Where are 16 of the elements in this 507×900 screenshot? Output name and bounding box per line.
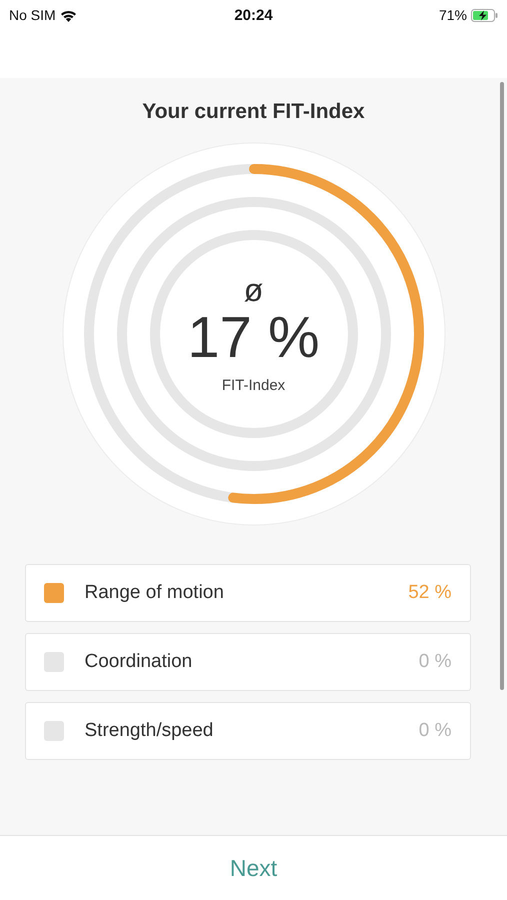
- battery-percent: 71%: [438, 7, 467, 23]
- wifi-icon: [60, 8, 77, 22]
- metric-name: Coordination: [84, 651, 194, 673]
- fit-index-value: 17 %: [187, 306, 320, 370]
- clock-time: 20:24: [234, 6, 273, 24]
- metric-reading: 0 %: [418, 720, 452, 742]
- carrier-label: No SIM: [9, 7, 56, 23]
- battery-charging-icon: [471, 8, 498, 22]
- metric-name: Strength/speed: [84, 720, 214, 742]
- metric-name: Range of motion: [84, 582, 225, 604]
- average-symbol: ø: [244, 274, 264, 306]
- fit-index-label: FIT-Index: [222, 377, 286, 394]
- metric-reading: 0 %: [418, 651, 452, 673]
- metric-reading: 52 %: [408, 582, 452, 604]
- page-title: Your current FIT-Index: [142, 100, 365, 124]
- next-button[interactable]: Next: [218, 850, 290, 886]
